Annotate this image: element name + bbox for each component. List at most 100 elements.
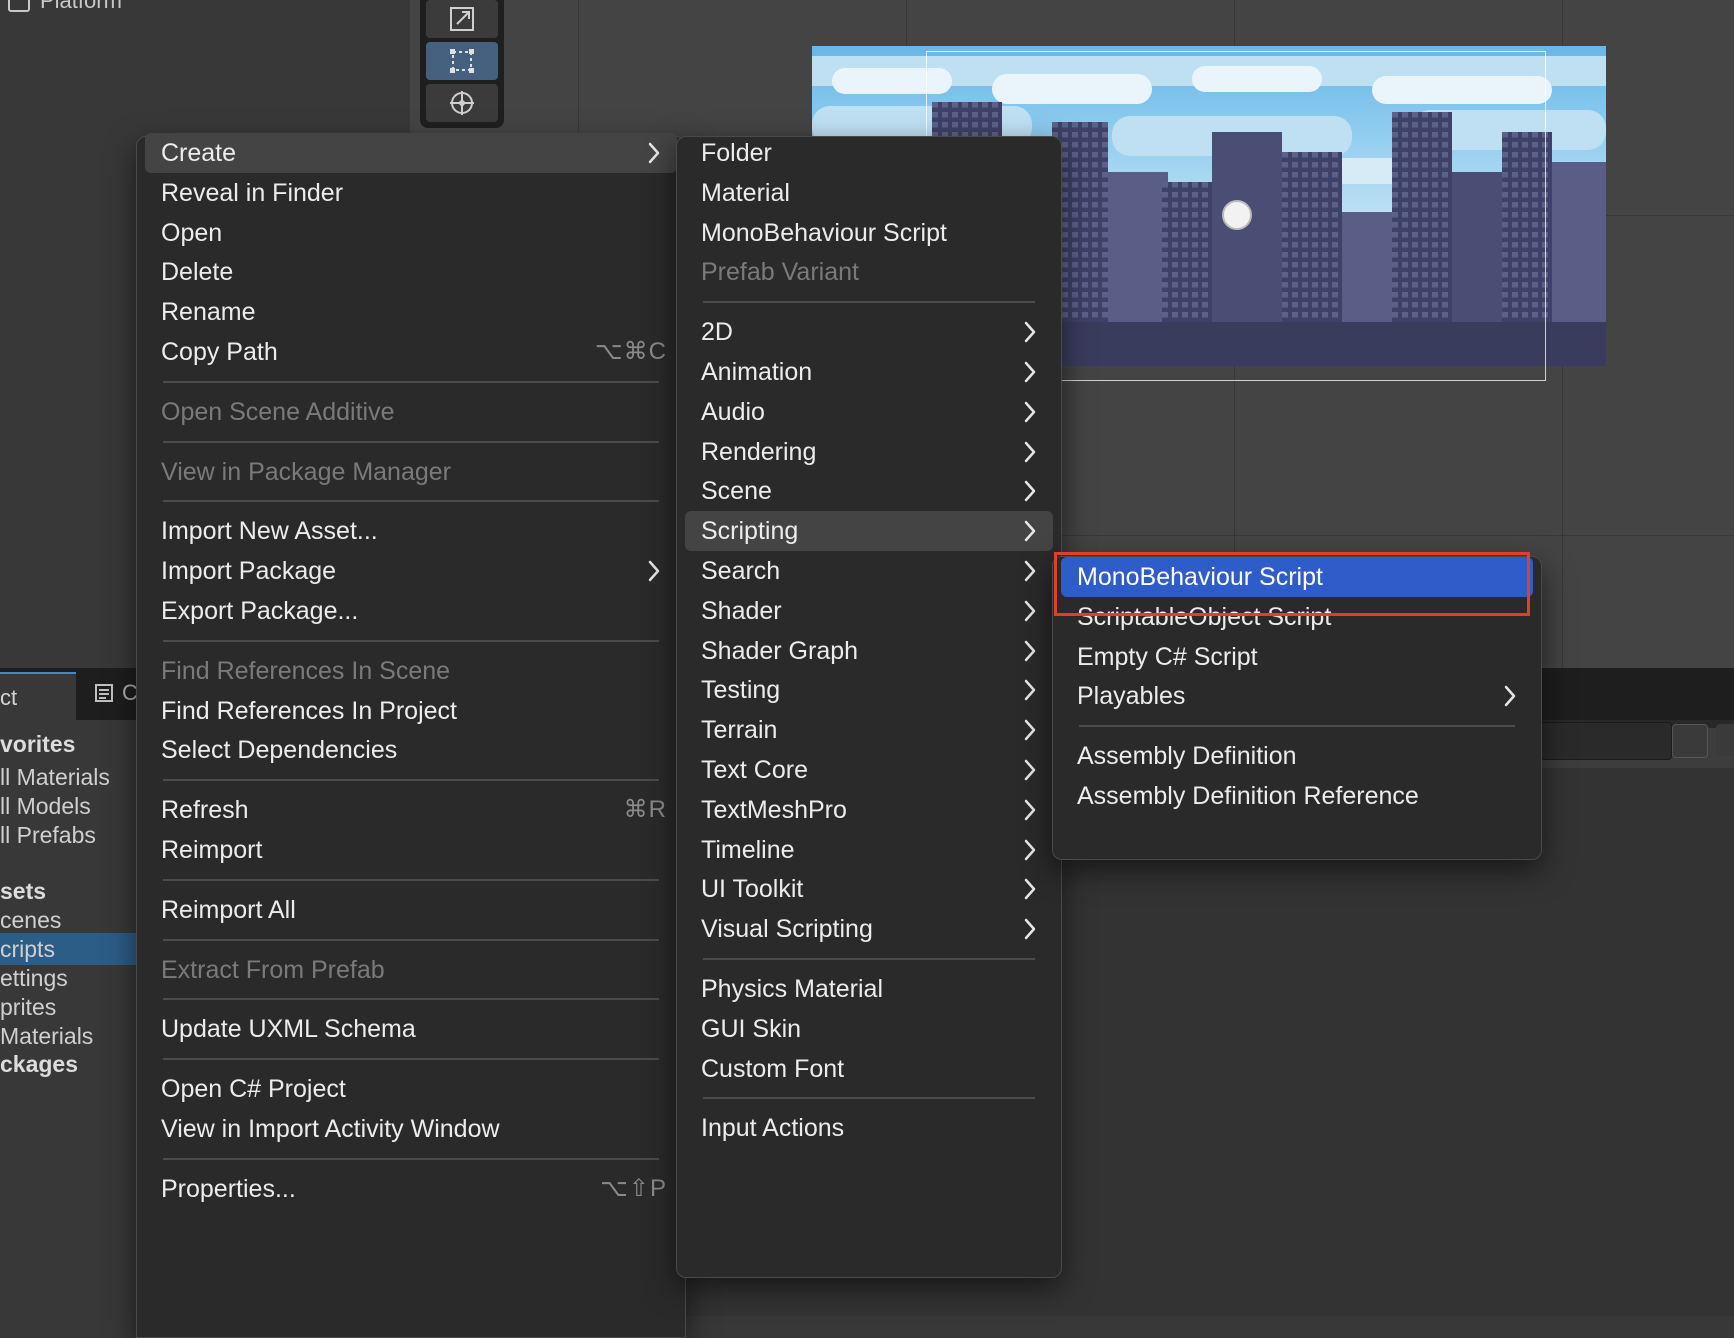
menu-separator [163, 938, 659, 941]
menu-item-label: Create [161, 139, 237, 167]
menu-item-folder[interactable]: Folder [685, 133, 1053, 173]
menu-item-label: Audio [701, 397, 765, 426]
menu-item-create[interactable]: Create [145, 133, 677, 173]
menu-item-search[interactable]: Search [685, 551, 1053, 591]
menu-item-label: MonoBehaviour Script [701, 218, 947, 247]
tab-console[interactable]: C [94, 680, 138, 706]
menu-item-assembly-definition-reference[interactable]: Assembly Definition Reference [1061, 776, 1533, 816]
menu-separator [163, 1157, 659, 1160]
transform-tool-button[interactable] [426, 84, 498, 122]
menu-item-input-actions[interactable]: Input Actions [685, 1108, 1053, 1148]
sidebar-item-ll-materials[interactable]: ll Materials [0, 761, 136, 793]
menu-item-timeline[interactable]: Timeline [685, 830, 1053, 870]
chevron-right-icon [1499, 676, 1521, 716]
tab-project[interactable]: ct [0, 672, 76, 722]
menu-item-label: Folder [701, 139, 772, 167]
rect-tool-button[interactable] [426, 42, 498, 80]
menu-item-shader[interactable]: Shader [685, 591, 1053, 631]
menu-item-export-package[interactable]: Export Package... [145, 591, 677, 631]
menu-item-reimport[interactable]: Reimport [145, 830, 677, 870]
menu-item-find-references-in-project[interactable]: Find References In Project [145, 691, 677, 731]
menu-separator [163, 500, 659, 503]
sidebar-item-cripts[interactable]: cripts [0, 933, 136, 965]
chevron-right-icon [1019, 392, 1041, 432]
menu-item-open[interactable]: Open [145, 213, 677, 253]
menu-item-visual-scripting[interactable]: Visual Scripting [685, 909, 1053, 949]
sidebar-item-ll-prefabs[interactable]: ll Prefabs [0, 819, 136, 851]
filter-icon[interactable] [1716, 724, 1734, 756]
menu-item-view-in-import-activity-window[interactable]: View in Import Activity Window [145, 1109, 677, 1149]
menu-item-shader-graph[interactable]: Shader Graph [685, 631, 1053, 671]
menu-item-2d[interactable]: 2D [685, 312, 1053, 352]
menu-item-prefab-variant: Prefab Variant [685, 252, 1053, 292]
menu-separator [1079, 725, 1515, 728]
menu-item-label: 2D [701, 318, 733, 347]
sidebar-item-ettings[interactable]: ettings [0, 962, 136, 994]
menu-item-assembly-definition[interactable]: Assembly Definition [1061, 736, 1533, 776]
menu-item-reveal-in-finder[interactable]: Reveal in Finder [145, 173, 677, 213]
menu-item-label: Delete [161, 258, 234, 287]
menu-item-view-in-package-manager: View in Package Manager [145, 452, 677, 492]
menu-item-audio[interactable]: Audio [685, 392, 1053, 432]
menu-item-label: Prefab Variant [701, 258, 859, 287]
menu-item-reimport-all[interactable]: Reimport All [145, 890, 677, 930]
menu-item-label: Shader [701, 596, 782, 625]
menu-item-properties[interactable]: Properties... ⌥⇧P [145, 1169, 677, 1209]
menu-item-label: Update UXML Schema [161, 1015, 416, 1044]
scale-tool-button[interactable] [426, 0, 498, 38]
chevron-right-icon [643, 551, 665, 591]
sidebar-item-vorites[interactable]: vorites [0, 728, 136, 760]
menu-item-shortcut: ⌥⇧P [600, 1174, 667, 1202]
menu-item-monobehaviour-script[interactable]: MonoBehaviour Script [685, 213, 1053, 253]
menu-item-custom-font[interactable]: Custom Font [685, 1049, 1053, 1089]
menu-item-terrain[interactable]: Terrain [685, 710, 1053, 750]
menu-item-text-core[interactable]: Text Core [685, 750, 1053, 790]
menu-item-copy-path[interactable]: Copy Path ⌥⌘C [145, 332, 677, 372]
menu-item-open-scene-additive: Open Scene Additive [145, 392, 677, 432]
menu-item-testing[interactable]: Testing [685, 670, 1053, 710]
menu-item-refresh[interactable]: Refresh ⌘R [145, 790, 677, 830]
search-by-type-icon[interactable] [1672, 724, 1708, 758]
menu-separator [163, 878, 659, 881]
menu-item-scripting[interactable]: Scripting [685, 511, 1053, 552]
menu-item-empty-c-script[interactable]: Empty C# Script [1061, 637, 1533, 677]
menu-item-find-references-in-scene: Find References In Scene [145, 651, 677, 691]
menu-item-label: Empty C# Script [1077, 642, 1258, 671]
menu-item-textmeshpro[interactable]: TextMeshPro [685, 790, 1053, 830]
menu-item-label: Rendering [701, 437, 817, 466]
menu-item-physics-material[interactable]: Physics Material [685, 969, 1053, 1009]
menu-item-animation[interactable]: Animation [685, 352, 1053, 392]
menu-item-rendering[interactable]: Rendering [685, 432, 1053, 472]
menu-separator [163, 440, 659, 443]
menu-item-label: Open [161, 218, 223, 247]
menu-item-rename[interactable]: Rename [145, 292, 677, 332]
menu-item-shortcut: ⌘R [623, 796, 667, 824]
sidebar-item-ckages[interactable]: ckages [0, 1048, 136, 1080]
sidebar-item-ll-models[interactable]: ll Models [0, 790, 136, 822]
hierarchy-item[interactable]: Platform [8, 0, 122, 14]
menu-item-import-new-asset[interactable]: Import New Asset... [145, 511, 677, 551]
sidebar-item-prites[interactable]: prites [0, 991, 136, 1023]
menu-item-delete[interactable]: Delete [145, 252, 677, 292]
menu-separator [163, 639, 659, 642]
menu-item-scene[interactable]: Scene [685, 471, 1053, 511]
menu-item-label: Properties... [161, 1174, 296, 1203]
player-sprite[interactable] [1222, 200, 1252, 230]
menu-item-import-package[interactable]: Import Package [145, 551, 677, 591]
hierarchy-item-label: Platform [40, 0, 122, 13]
chevron-right-icon [1019, 710, 1041, 750]
menu-item-select-dependencies[interactable]: Select Dependencies [145, 730, 677, 770]
chevron-right-icon [1019, 471, 1041, 511]
chevron-right-icon [1019, 591, 1041, 631]
menu-item-open-c-project[interactable]: Open C# Project [145, 1069, 677, 1109]
menu-item-update-uxml-schema[interactable]: Update UXML Schema [145, 1009, 677, 1049]
menu-item-gui-skin[interactable]: GUI Skin [685, 1009, 1053, 1049]
search-input[interactable] [1540, 722, 1672, 760]
sidebar-item-cenes[interactable]: cenes [0, 904, 136, 936]
menu-item-label: Reveal in Finder [161, 178, 344, 207]
menu-item-ui-toolkit[interactable]: UI Toolkit [685, 869, 1053, 909]
sidebar-item-sets[interactable]: sets [0, 875, 136, 907]
menu-item-material[interactable]: Material [685, 173, 1053, 213]
menu-item-playables[interactable]: Playables [1061, 676, 1533, 716]
menu-item-label: View in Package Manager [161, 457, 451, 486]
